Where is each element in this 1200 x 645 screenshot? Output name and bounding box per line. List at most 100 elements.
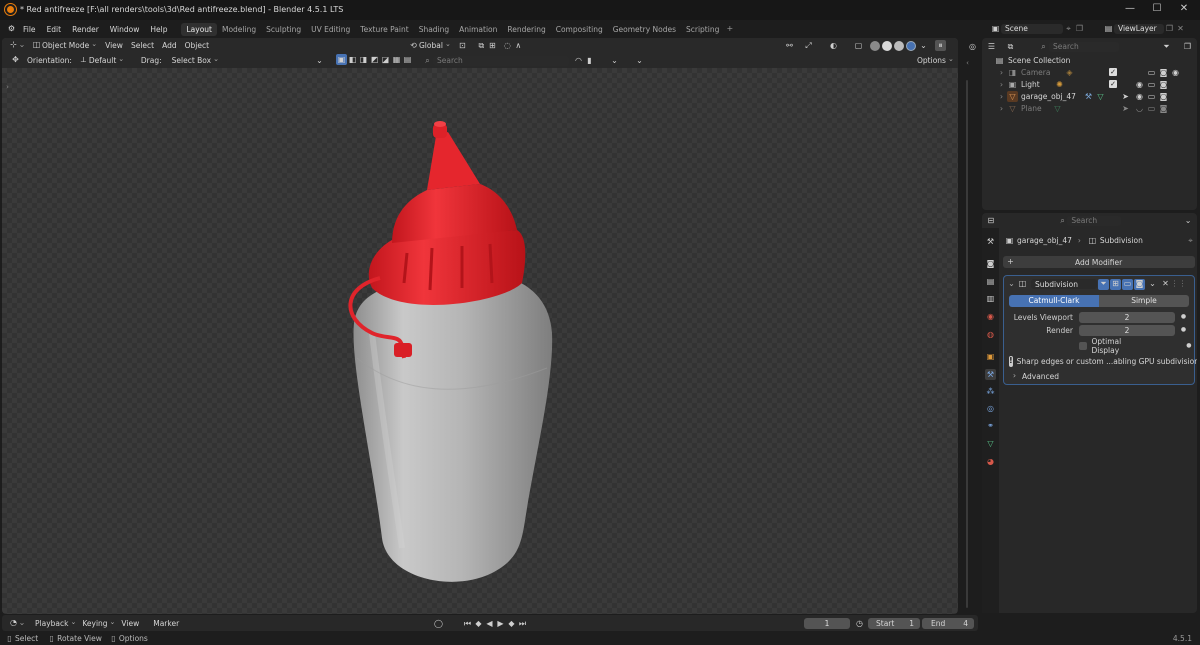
render-levels-field[interactable]: 2 — [1079, 324, 1175, 336]
scene-tab-icon[interactable]: ◉ — [985, 311, 996, 322]
menu-select[interactable]: Select — [131, 41, 154, 50]
options-caret-icon[interactable]: ⌄ — [1183, 215, 1193, 226]
render-disable-icon[interactable]: ◙ — [1158, 67, 1169, 78]
tool-search-input[interactable]: Search — [433, 55, 569, 66]
keyframe-dot-icon[interactable]: ● — [1178, 325, 1189, 336]
pivot-icon[interactable]: ⊡ — [457, 40, 468, 51]
menu-edit[interactable]: Edit — [47, 25, 62, 34]
select-arrow-icon[interactable]: ➤ — [1120, 91, 1131, 102]
play-reverse-icon[interactable]: ◀ — [484, 618, 495, 629]
new-collection-icon[interactable]: ❐ — [1182, 41, 1193, 52]
keyframe-dot-icon[interactable]: ● — [1184, 341, 1194, 352]
render-tab-icon[interactable]: ◙ — [985, 258, 996, 269]
bottle-object[interactable] — [332, 118, 572, 598]
menu-playback[interactable]: Playback — [35, 619, 76, 628]
include-checkbox[interactable]: ✓ — [1109, 80, 1117, 88]
menu-view[interactable]: View — [121, 619, 139, 628]
gizmo-icon[interactable]: ⤢ — [803, 40, 814, 51]
object-tab-icon[interactable]: ▣ — [985, 351, 996, 362]
maximize-button[interactable]: ☐ — [1150, 3, 1164, 14]
viewport-scrollbar[interactable] — [966, 80, 968, 608]
properties-editor-icon[interactable]: ⊟ — [986, 215, 996, 226]
auto-keying-icon[interactable]: ◯ — [433, 618, 444, 629]
tab-uv-editing[interactable]: UV Editing — [306, 23, 355, 36]
view-layer-tab-icon[interactable]: ▥ — [985, 293, 996, 304]
data-tab-icon[interactable]: ▽ — [985, 438, 996, 449]
select-new-icon[interactable]: ▣ — [336, 54, 347, 65]
visibility-icon[interactable]: ⚯ — [784, 40, 795, 51]
select-subtract-icon[interactable]: ◨ — [358, 54, 369, 65]
viewport-disable-icon[interactable]: ▭ — [1146, 67, 1157, 78]
constraints-tab-icon[interactable]: ⚭ — [985, 420, 996, 431]
scene-name-field[interactable]: Scene — [1001, 23, 1063, 34]
next-keyframe-icon[interactable]: ◆ — [506, 618, 517, 629]
wireframe-shading-icon[interactable] — [870, 40, 880, 51]
levels-viewport-field[interactable]: 2 — [1079, 311, 1175, 323]
edit-mode-toggle-icon[interactable]: ⏷ — [1098, 278, 1109, 290]
render-camera-icon[interactable]: ◉ — [1170, 67, 1181, 78]
tab-modeling[interactable]: Modeling — [217, 23, 261, 36]
end-frame-field[interactable]: End 4 — [922, 618, 974, 629]
start-frame-field[interactable]: Start 1 — [868, 618, 920, 629]
pause-render-icon[interactable]: ⏸ — [935, 40, 946, 51]
eye-icon[interactable]: ◉ — [1134, 79, 1145, 90]
blender-menu-icon[interactable]: ⚙ — [6, 24, 17, 35]
overlays-icon[interactable]: ◐ — [828, 40, 839, 51]
new-scene-icon[interactable]: ❐ — [1074, 23, 1085, 34]
menu-file[interactable]: File — [23, 25, 36, 34]
new-layer-icon[interactable]: ❐ — [1164, 23, 1175, 34]
tab-rendering[interactable]: Rendering — [502, 23, 550, 36]
menu-help[interactable]: Help — [150, 25, 167, 34]
proportional-edit-icon[interactable]: ◌ — [502, 40, 513, 51]
modifier-tab-icon[interactable]: ⚒ — [985, 369, 996, 380]
menu-object[interactable]: Object — [185, 41, 209, 50]
outliner-item-garage-obj[interactable]: › ▽ garage_obj_47 ⚒ ▽ ➤ ◉ ▭ ◙ — [982, 90, 1197, 102]
sidebar-toggle-icon[interactable]: ‹ — [962, 58, 973, 69]
falloff-icon[interactable]: ∧ — [513, 40, 524, 51]
include-checkbox[interactable]: ✓ — [1109, 68, 1117, 76]
physics-tab-icon[interactable]: ◎ — [985, 403, 996, 414]
viewport-toggle-icon[interactable]: ▭ — [1122, 278, 1133, 290]
keyframe-dot-icon[interactable]: ● — [1178, 312, 1189, 323]
move-tool-icon[interactable]: ✥ — [10, 55, 21, 66]
jump-end-icon[interactable]: ⏭ — [517, 618, 528, 629]
expand-icon[interactable]: › — [996, 103, 1007, 114]
tab-geometry-nodes[interactable]: Geometry Nodes — [608, 23, 681, 36]
menu-window[interactable]: Window — [110, 25, 140, 34]
close-button[interactable]: ✕ — [1177, 3, 1191, 14]
particles-tab-icon[interactable]: ⁂ — [985, 386, 996, 397]
render-camera-icon[interactable]: ◙ — [1158, 103, 1169, 114]
filter-icon[interactable]: ⏷ — [1161, 41, 1172, 52]
select-difference-icon[interactable]: ◩ — [369, 54, 380, 65]
delete-modifier-icon[interactable]: ✕ — [1160, 279, 1171, 290]
snap-target-icon[interactable]: ⊞ — [487, 40, 498, 51]
modifier-menu-icon[interactable]: ⌄ — [1147, 279, 1158, 290]
tab-texture-paint[interactable]: Texture Paint — [355, 23, 413, 36]
outliner-item-plane[interactable]: › ▽ Plane ▽ ➤ ◡ ▭ ◙ — [982, 102, 1197, 114]
eye-icon[interactable]: ◉ — [1134, 91, 1145, 102]
options-caret-icon[interactable]: ⌄ — [609, 55, 620, 66]
expand-icon[interactable]: › — [996, 79, 1007, 90]
drag-handle-icon[interactable]: ⋮⋮ — [1171, 279, 1187, 290]
filter-toggle-icon[interactable]: ◠ — [573, 55, 584, 66]
toolbar-toggle-icon[interactable]: › — [2, 82, 13, 93]
outliner-editor-icon[interactable]: ☰ — [986, 41, 997, 52]
outliner-search-input[interactable]: Search — [1049, 41, 1119, 52]
transform-orientation-selector[interactable]: Global — [419, 41, 451, 50]
cage-toggle-icon[interactable]: ⊞ — [1110, 278, 1121, 290]
outliner-item-scene-collection[interactable]: ▤ Scene Collection — [982, 54, 1197, 66]
navigate-gizmo-icon[interactable]: ◎ — [967, 41, 978, 52]
options-menu[interactable]: Options — [917, 56, 954, 65]
bookmark-icon[interactable]: ▮ — [584, 55, 595, 66]
current-frame-field[interactable]: 1 — [804, 618, 850, 629]
timeline-editor-icon[interactable]: ◔ — [8, 618, 19, 629]
material-shading-icon[interactable] — [894, 40, 904, 51]
tab-scripting[interactable]: Scripting — [681, 23, 724, 36]
view-layer-field[interactable]: ViewLayer — [1114, 23, 1164, 34]
rendered-shading-icon[interactable] — [906, 40, 916, 51]
menu-marker[interactable]: Marker — [153, 619, 179, 628]
simple-option[interactable]: Simple — [1099, 295, 1189, 307]
editor-type-icon[interactable]: ⊹ — [8, 40, 19, 51]
tab-layout[interactable]: Layout — [181, 22, 217, 36]
optimal-display-checkbox[interactable] — [1079, 342, 1087, 350]
